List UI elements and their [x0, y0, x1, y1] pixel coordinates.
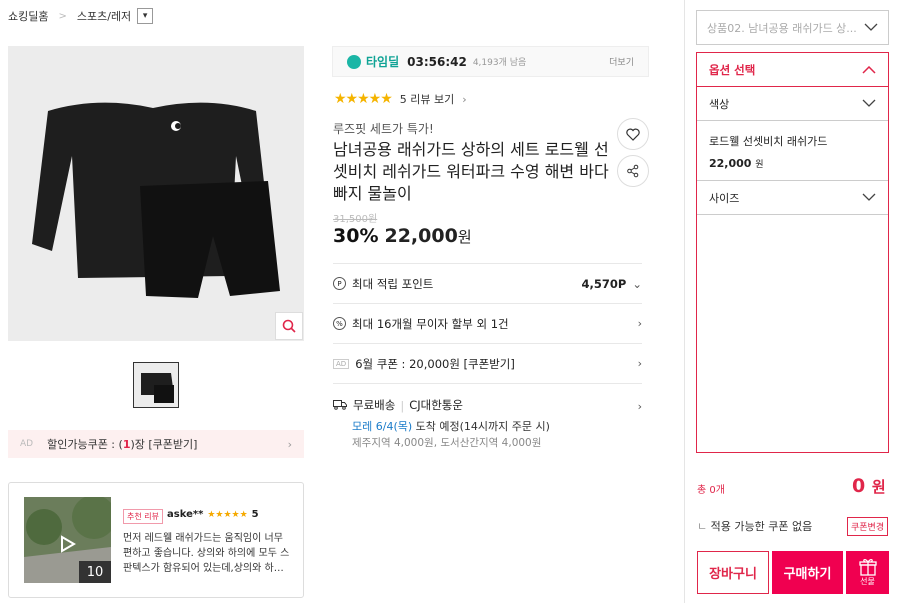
promo-text: 루즈핏 세트가 특가!	[333, 122, 434, 136]
product-thumbnail[interactable]	[133, 362, 179, 408]
product-main-image	[8, 46, 304, 341]
zoom-button[interactable]	[275, 312, 303, 340]
coupon-bar[interactable]: AD 할인가능쿠폰 : (1)장 [쿠폰받기] ›	[8, 430, 304, 458]
gift-icon	[858, 559, 877, 576]
ad-label: AD	[333, 358, 350, 369]
chevron-down-icon: ⌄	[632, 276, 642, 291]
separator: |	[400, 399, 405, 413]
size-option-select[interactable]: 사이즈	[697, 181, 888, 215]
total-count: 총 0개	[697, 485, 725, 496]
extra-shipping-fee: 제주지역 4,000원, 도서산간지역 4,000원	[352, 437, 542, 449]
breadcrumb-category[interactable]: 스포츠/레저	[77, 8, 131, 24]
wishlist-button[interactable]	[617, 118, 649, 150]
discount-rate: 30%	[333, 225, 379, 247]
chevron-right-icon: ›	[637, 400, 642, 413]
total-value: 0	[852, 475, 866, 497]
points-row[interactable]: P 최대 적립 포인트 4,570P ⌄	[333, 263, 642, 303]
sale-price: 30% 22,000 원	[333, 225, 472, 247]
chevron-right-icon: ›	[637, 317, 642, 330]
review-media-count: 10	[79, 561, 111, 583]
review-username: aske**	[167, 509, 204, 520]
recommended-review-tag: 추천 리뷰	[123, 509, 163, 524]
share-icon	[627, 164, 639, 178]
review-video-thumbnail[interactable]: 10	[24, 497, 111, 583]
coupon-bar-post: )장 [쿠폰받기]	[130, 438, 198, 451]
color-option-select[interactable]: 색상	[697, 87, 888, 121]
chevron-down-icon	[864, 21, 878, 34]
product-title: 남녀공용 래쉬가드 상하의 세트 로드웰 선셋비치 레쉬가드 워터파크 수영 해…	[333, 140, 609, 203]
timedeal-label: 타임딜	[366, 55, 400, 69]
points-label: 최대 적립 포인트	[352, 276, 434, 291]
coupon-bar-pre: 할인가능쿠폰 : (	[47, 438, 123, 451]
option-item-price: 22,000 원	[709, 157, 876, 170]
search-icon	[282, 319, 296, 333]
option-item-price-unit: 원	[755, 160, 764, 170]
chevron-up-icon	[862, 63, 876, 77]
clock-icon	[347, 54, 361, 69]
coupon-status: ㄴ 적용 가능한 쿠폰 없음	[697, 520, 813, 533]
installment-text: 최대 16개월 무이자 할부 외 1건	[352, 316, 509, 331]
cart-button[interactable]: 장바구니	[697, 551, 769, 594]
product-select-dropdown[interactable]: 상품02. 남녀공용 래쉬가드 상...	[696, 10, 889, 45]
coupon-count: 1	[122, 437, 131, 451]
arrival-date: 모레 6/4(목)	[352, 420, 413, 433]
color-label: 색상	[709, 97, 730, 111]
total-unit: 원	[871, 478, 886, 496]
option-item-price-value: 22,000	[709, 157, 752, 170]
buy-button[interactable]: 구매하기	[772, 551, 843, 594]
review-text: 먼저 레드웰 래쉬가드는 움직임이 너무 편하고 좋습니다. 상의와 하의에 모…	[123, 533, 290, 574]
chevron-right-icon: ›	[637, 357, 642, 370]
chevron-right-icon: ›	[287, 437, 292, 451]
shipping-row[interactable]: 무료배송 | CJ대한통운 ›	[333, 383, 642, 413]
gift-label: 선물	[860, 577, 875, 586]
rating-summary[interactable]: ★★★★★ 5 리뷰 보기 ›	[334, 91, 467, 107]
price-value: 22,000	[384, 225, 458, 247]
chevron-right-icon: >	[58, 10, 67, 22]
courier-name: CJ대한통운	[409, 398, 463, 412]
point-icon: P	[333, 277, 346, 290]
color-option-item[interactable]: 로드웰 선셋비치 래쉬가드 22,000 원	[697, 121, 888, 181]
review-card[interactable]: 10 추천 리뷰 aske** ★★★★★ 5 먼저 레드웰 래쉬가드는 움직임…	[8, 482, 304, 598]
arrival-rest: 도착 예정(14시까지 주문 시)	[412, 420, 550, 433]
total-price: 0 원	[852, 475, 886, 497]
timedeal-banner[interactable]: 타임딜 03:56:42 4,193개 남음 더보기	[332, 46, 649, 77]
arrival-info: 모레 6/4(목) 도착 예정(14시까지 주문 시)	[352, 418, 550, 434]
truck-icon	[333, 399, 347, 413]
shipping-label: 무료배송	[353, 398, 396, 412]
option-header-label: 옵션 선택	[709, 62, 756, 77]
option-panel: 옵션 선택 색상 로드웰 선셋비치 래쉬가드 22,000 원 사이즈	[696, 52, 889, 453]
original-price: 31,500원	[333, 214, 378, 225]
ad-label: AD	[20, 439, 34, 449]
timedeal-countdown: 03:56:42	[407, 54, 467, 69]
price-unit: 원	[457, 228, 472, 246]
breadcrumb-home[interactable]: 쇼킹딜홈	[8, 8, 48, 24]
review-score: 5	[251, 509, 259, 520]
star-rating-icon: ★★★★★	[207, 509, 248, 520]
option-header[interactable]: 옵션 선택	[697, 53, 888, 87]
chevron-right-icon: ›	[462, 92, 467, 106]
chevron-down-icon	[862, 191, 876, 204]
panel-divider	[684, 0, 685, 603]
coupon-row[interactable]: AD 6월 쿠폰 : 20,000원 [쿠폰받기] ›	[333, 343, 642, 383]
timedeal-remaining: 4,193개 남음	[472, 58, 527, 68]
coupon-change-button[interactable]: 쿠폰변경	[847, 517, 889, 536]
points-value: 4,570P	[581, 276, 627, 291]
coupon-status-text: 적용 가능한 쿠폰 없음	[710, 520, 813, 533]
timedeal-more-link[interactable]: 더보기	[609, 55, 634, 68]
breadcrumb: 쇼킹딜홈 > 스포츠/레저 ▾	[8, 8, 154, 24]
star-rating-icon: ★★★★★	[334, 91, 393, 107]
review-link[interactable]: 5 리뷰 보기	[400, 91, 454, 107]
percent-icon: %	[333, 317, 346, 330]
coupon-text: 6월 쿠폰 : 20,000원 [쿠폰받기]	[355, 356, 515, 371]
product-select-value: 상품02. 남녀공용 래쉬가드 상...	[707, 21, 857, 35]
chevron-down-icon[interactable]: ▾	[137, 8, 154, 24]
heart-icon	[626, 128, 640, 141]
option-item-name: 로드웰 선셋비치 래쉬가드	[709, 135, 828, 148]
size-label: 사이즈	[709, 191, 740, 205]
chevron-down-icon	[862, 97, 876, 110]
installment-row[interactable]: % 최대 16개월 무이자 할부 외 1건 ›	[333, 303, 642, 343]
gift-button[interactable]: 선물	[846, 551, 889, 594]
review-author: aske** ★★★★★ 5	[167, 509, 259, 520]
share-button[interactable]	[617, 155, 649, 187]
